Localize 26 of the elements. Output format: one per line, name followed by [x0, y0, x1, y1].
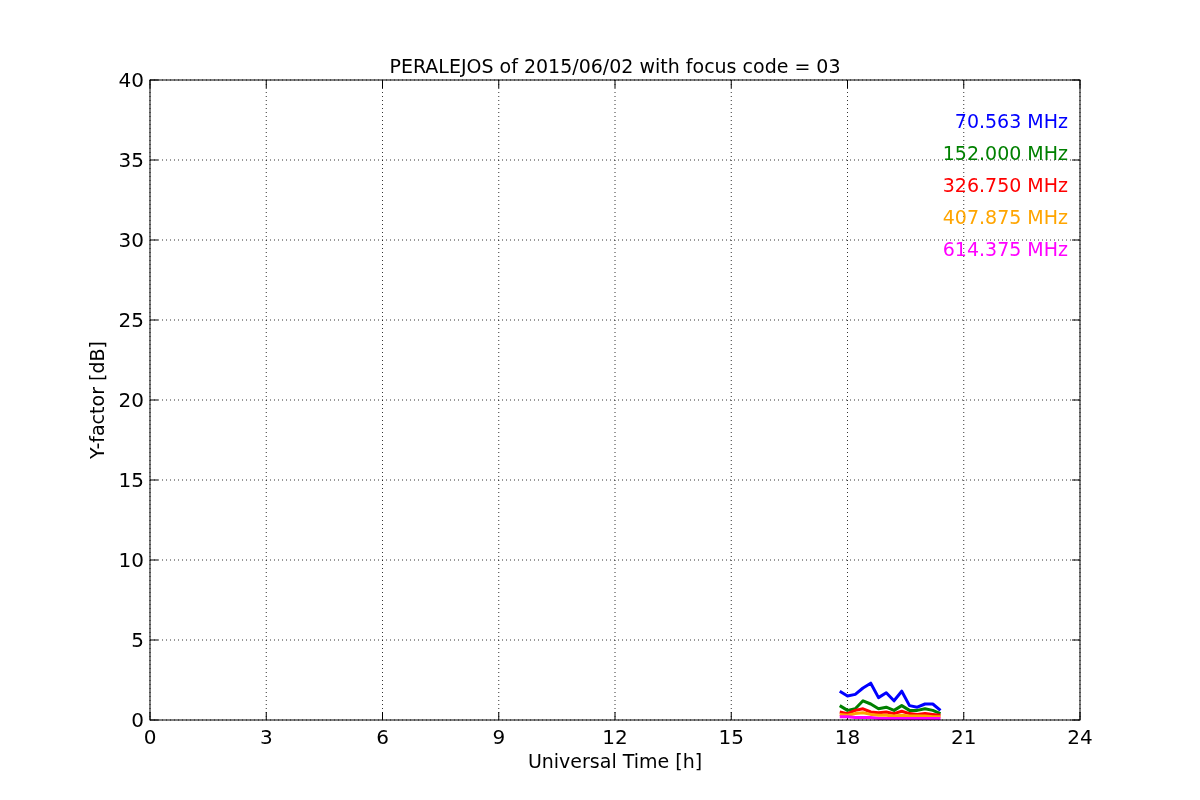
- x-axis-label: Universal Time [h]: [527, 750, 703, 772]
- x-tick-label: 3: [259, 725, 273, 749]
- x-tick-label: 12: [602, 725, 628, 749]
- y-axis-label: Y-factor [dB]: [86, 341, 108, 459]
- legend-label: 614.375 MHz: [942, 238, 1068, 260]
- legend-label: 152.000 MHz: [942, 142, 1068, 164]
- y-tick-label: 0: [131, 708, 144, 732]
- y-tick-label: 15: [118, 468, 144, 492]
- y-tick-label: 10: [118, 548, 144, 572]
- y-tick-label: 40: [118, 68, 144, 92]
- x-tick-label: 18: [834, 725, 861, 749]
- legend-label: 407.875 MHz: [942, 206, 1068, 228]
- y-tick-label: 35: [118, 148, 144, 172]
- x-tick-label: 9: [492, 725, 506, 749]
- x-tick-label: 0: [143, 725, 157, 749]
- x-tick-label: 24: [1067, 725, 1093, 749]
- y-tick-label: 25: [118, 308, 144, 332]
- x-tick-label: 15: [718, 725, 744, 749]
- legend-label: 326.750 MHz: [942, 174, 1068, 196]
- y-tick-label: 5: [131, 628, 144, 652]
- x-tick-label: 21: [951, 725, 977, 749]
- legend-label: 70.563 MHz: [954, 110, 1068, 132]
- y-tick-label: 20: [118, 388, 144, 412]
- chart-title: PERALEJOS of 2015/06/02 with focus code = 03: [389, 55, 841, 77]
- x-tick-label: 6: [376, 725, 389, 749]
- y-tick-label: 30: [118, 228, 144, 252]
